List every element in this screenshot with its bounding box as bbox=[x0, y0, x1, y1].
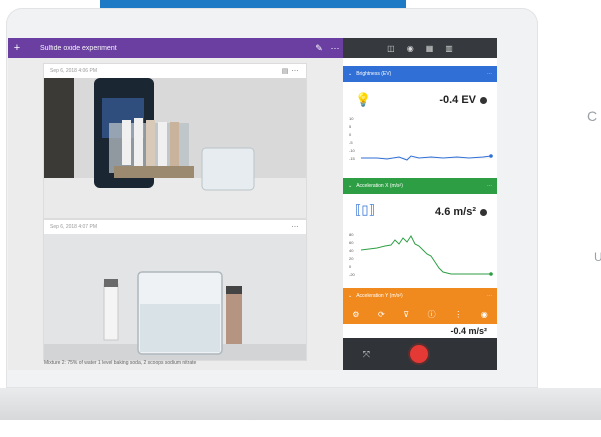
top-banner bbox=[100, 0, 406, 8]
phone-accel-icon: ⟦▯⟧ bbox=[355, 202, 376, 217]
record-dot-icon bbox=[480, 96, 487, 104]
card-menu-icon[interactable]: ⋯ bbox=[290, 223, 300, 231]
snapshot-icon[interactable]: ⤧ bbox=[363, 349, 370, 360]
laptop-shadow bbox=[0, 420, 601, 437]
card-menu-icon[interactable]: ⋯ bbox=[290, 67, 300, 75]
note-text: Mixture 2: 75% of water 1 level baking s… bbox=[44, 360, 197, 366]
reading-value: -0.4 m/s² bbox=[450, 326, 487, 336]
sensor-menu-icon[interactable]: ⋯ bbox=[487, 183, 492, 189]
sensor-name: Acceleration X (m/s²) bbox=[356, 183, 403, 189]
notes-tab-icon[interactable]: ▥ bbox=[445, 44, 453, 53]
reading-value: -0.4 EV bbox=[439, 94, 476, 106]
laptop-base bbox=[0, 388, 601, 420]
acceleration-graph bbox=[360, 235, 493, 276]
panel-toolbar: ◫ ◉ ▦ ▥ bbox=[343, 38, 497, 58]
record-icon[interactable]: ◉ bbox=[481, 310, 488, 319]
settings-icon[interactable]: ⚙ bbox=[352, 310, 359, 319]
card-timestamp: Sep 6, 2018 4:06 PM bbox=[50, 68, 97, 74]
image-icon[interactable]: ▤ bbox=[280, 67, 290, 75]
info-icon[interactable]: ⓘ bbox=[428, 309, 436, 320]
reading-value: 4.6 m/s² bbox=[435, 206, 476, 218]
record-controls: ⤧ bbox=[343, 338, 497, 370]
edit-icon[interactable]: ✎ bbox=[311, 43, 327, 54]
sensor-card-header-2: ⌄ Acceleration X (m/s²) ⋯ bbox=[343, 178, 497, 194]
photo-card-1: Sep 6, 2018 4:06 PM ▤ ⋯ bbox=[44, 64, 306, 218]
sensor-options-bar: ⚙ ⟳ ⊽ ⓘ ⋮ ◉ bbox=[343, 304, 497, 324]
sensor-reading: -0.4 m/s² bbox=[450, 326, 487, 336]
refresh-icon[interactable]: ⟳ bbox=[378, 310, 385, 319]
sensor-name: Acceleration Y (m/s²) bbox=[356, 293, 403, 299]
filter-icon[interactable]: ⊽ bbox=[403, 310, 409, 319]
sensor-card-header-3: ⌄ Acceleration Y (m/s²) ⋯ bbox=[343, 288, 497, 304]
observe-tab-icon[interactable]: ◉ bbox=[407, 44, 414, 53]
gallery-tab-icon[interactable]: ▦ bbox=[426, 44, 434, 53]
sensor-menu-icon[interactable]: ⋯ bbox=[487, 71, 492, 77]
sensor-tab-icon[interactable]: ◫ bbox=[387, 44, 395, 53]
photo-card-2: Sep 6, 2018 4:07 PM ⋯ bbox=[44, 220, 306, 360]
experiment-photo-2 bbox=[44, 234, 306, 360]
sensor-panel: ◫ ◉ ▦ ▥ ⌄ Brightness (EV) ⋯ 💡 -0.4 EV 10… bbox=[343, 38, 497, 370]
sensor-menu-icon[interactable]: ⋯ bbox=[487, 293, 492, 299]
sensor-card-header-1: ⌄ Brightness (EV) ⋯ bbox=[343, 66, 497, 82]
brightness-graph bbox=[361, 154, 493, 161]
record-dot-icon bbox=[480, 208, 487, 216]
sensor-reading: -0.4 EV bbox=[439, 94, 487, 106]
card-header: Sep 6, 2018 4:07 PM ⋯ bbox=[44, 220, 306, 234]
laptop-screen: + Sulfide oxide experiment ✎ ⋯ Sep 6, 20… bbox=[8, 38, 497, 370]
sensor-reading: 4.6 m/s² bbox=[435, 206, 487, 218]
notebook-header: + Sulfide oxide experiment ✎ ⋯ bbox=[8, 38, 343, 58]
lab-bottle-photo bbox=[44, 78, 306, 218]
sensor-name: Brightness (EV) bbox=[356, 71, 392, 77]
card-header: Sep 6, 2018 4:06 PM ▤ ⋯ bbox=[44, 64, 306, 78]
beaker-photo bbox=[44, 234, 306, 360]
experiment-photo-1 bbox=[44, 78, 306, 218]
add-button[interactable]: + bbox=[8, 42, 26, 54]
edge-letter: U bbox=[594, 250, 601, 264]
record-button[interactable] bbox=[409, 345, 428, 363]
more-menu-icon[interactable]: ⋯ bbox=[327, 43, 343, 54]
notebook-pane: + Sulfide oxide experiment ✎ ⋯ Sep 6, 20… bbox=[8, 38, 343, 370]
notebook-title: Sulfide oxide experiment bbox=[40, 44, 117, 52]
more-icon[interactable]: ⋮ bbox=[454, 310, 462, 319]
card-timestamp: Sep 6, 2018 4:07 PM bbox=[50, 224, 97, 230]
lightbulb-icon: 💡 bbox=[355, 92, 372, 107]
edge-letter: C bbox=[587, 108, 598, 124]
